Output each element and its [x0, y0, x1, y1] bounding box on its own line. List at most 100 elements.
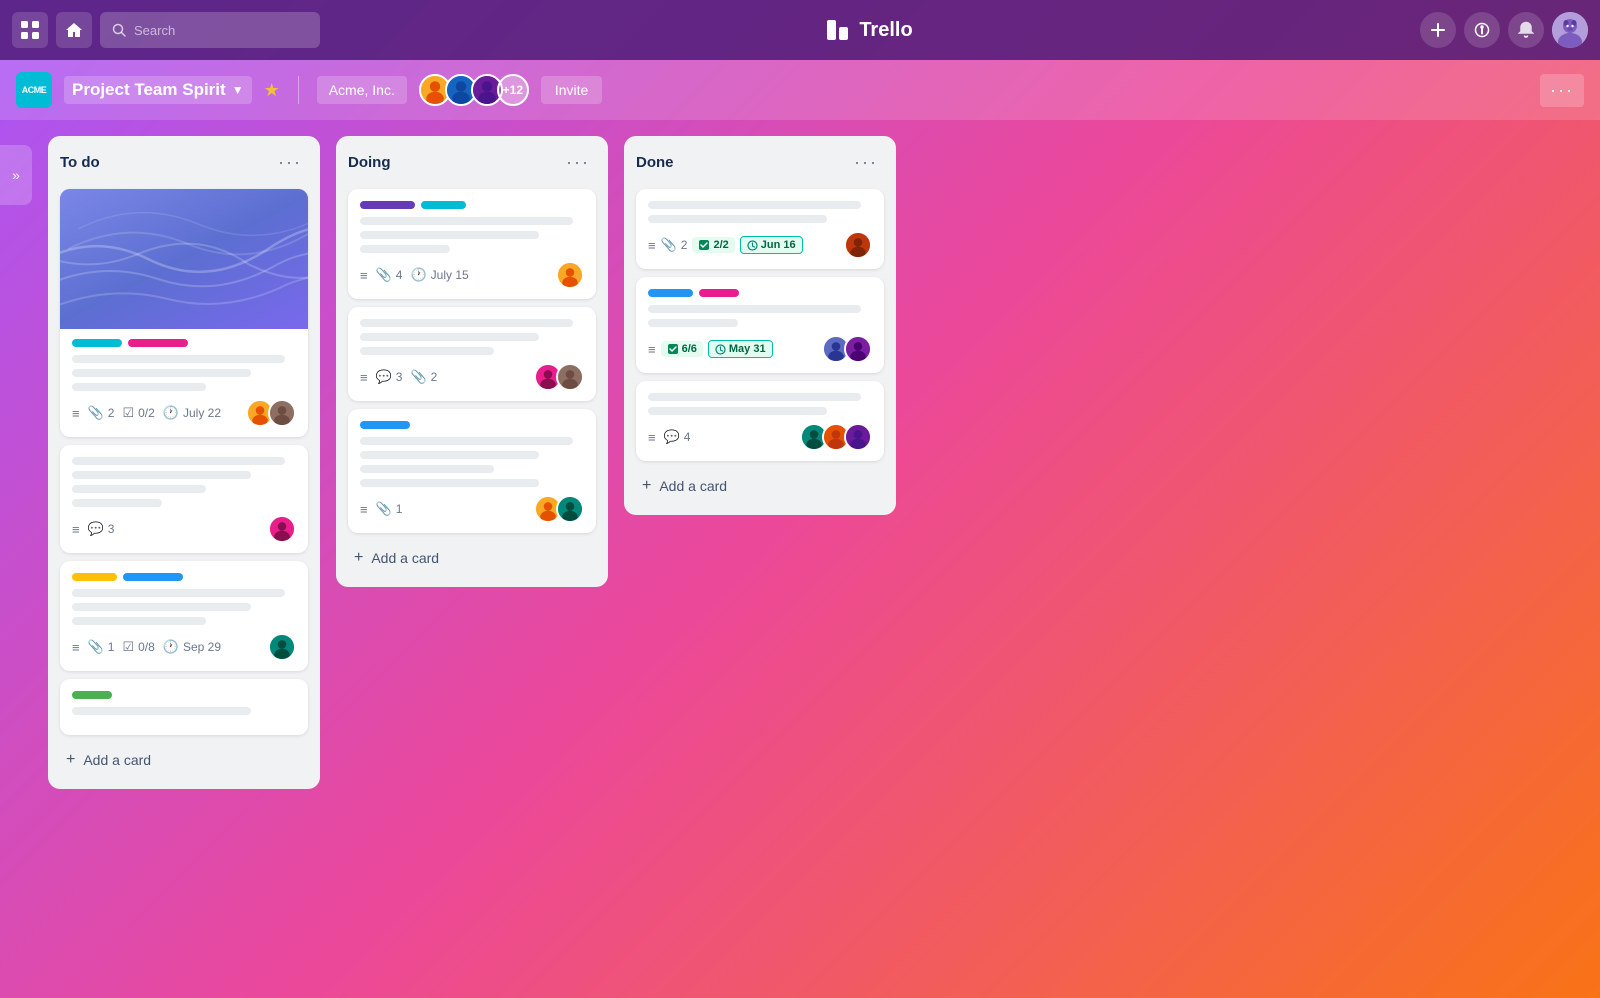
card-line — [72, 457, 285, 465]
board-name-button[interactable]: Project Team Spirit ▼ — [64, 76, 252, 104]
date-badge-9: May 31 — [708, 340, 773, 358]
card-avatar — [268, 633, 296, 661]
tag-cyan — [72, 339, 122, 347]
board-star-icon[interactable]: ★ — [264, 80, 280, 101]
card-line — [72, 617, 206, 625]
checklist-label: 6/6 — [682, 343, 697, 355]
card-meta-lines: ≡ — [648, 342, 656, 357]
attachment-icon: 📎 — [376, 501, 392, 517]
card-line — [648, 215, 827, 223]
lines-icon: ≡ — [360, 370, 368, 385]
card-meta-date: 🕐 Sep 29 — [163, 639, 221, 655]
app-logo: Trello — [328, 19, 1412, 42]
workspace-name-button[interactable]: Acme, Inc. — [317, 76, 407, 104]
date-label: May 31 — [729, 343, 766, 355]
column-menu-doing[interactable]: ··· — [560, 150, 596, 175]
lines-icon: ≡ — [360, 502, 368, 517]
card-date: Sep 29 — [183, 640, 221, 654]
card-3[interactable]: ≡ 📎 1 ☑ 0/8 🕐 Sep 29 — [60, 561, 308, 671]
comment-icon: 💬 — [88, 521, 104, 537]
add-card-button-doing[interactable]: + Add a card — [348, 541, 596, 575]
card-9[interactable]: ≡ 6/6 May 31 — [636, 277, 884, 373]
attachment-icon: 📎 — [88, 405, 104, 421]
search-bar[interactable]: Search — [100, 12, 320, 48]
card-meta-checklist: ☑ 0/2 — [122, 405, 154, 421]
card-line — [72, 383, 206, 391]
card-5[interactable]: ≡ 📎 4 🕐 July 15 — [348, 189, 596, 299]
lines-icon: ≡ — [648, 430, 656, 445]
clock-icon: 🕐 — [163, 639, 179, 655]
attachment-count: 2 — [431, 370, 438, 384]
card-tags-5 — [360, 201, 584, 209]
card-meta-lines: ≡ — [360, 502, 368, 517]
plus-icon: + — [642, 477, 651, 495]
column-header-todo: To do ··· — [60, 148, 308, 181]
tag-pink — [699, 289, 739, 297]
card-1[interactable]: ≡ 📎 2 ☑ 0/2 🕐 July 22 — [60, 189, 308, 437]
card-lines-1 — [72, 355, 296, 391]
card-line — [648, 201, 861, 209]
attachment-icon: 📎 — [410, 369, 426, 385]
card-6[interactable]: ≡ 💬 3 📎 2 — [348, 307, 596, 401]
card-footer-5: ≡ 📎 4 🕐 July 15 — [360, 261, 584, 289]
add-card-button-todo[interactable]: + Add a card — [60, 743, 308, 777]
card-avatars-6 — [534, 363, 584, 391]
checklist-badge-9: 6/6 — [661, 341, 703, 357]
grid-menu-button[interactable] — [12, 12, 48, 48]
attachment-icon: 📎 — [88, 639, 104, 655]
card-7[interactable]: ≡ 📎 1 — [348, 409, 596, 533]
info-button[interactable] — [1464, 12, 1500, 48]
card-meta-lines: ≡ — [648, 430, 656, 445]
card-4[interactable] — [60, 679, 308, 735]
tag-teal — [421, 201, 466, 209]
card-footer-9: ≡ 6/6 May 31 — [648, 335, 872, 363]
card-line — [648, 305, 861, 313]
card-8[interactable]: ≡ 📎 2 2/2 Jun 16 — [636, 189, 884, 269]
comment-count: 3 — [396, 370, 403, 384]
comment-count: 3 — [108, 522, 115, 536]
tag-purple — [360, 201, 415, 209]
card-meta-lines: ≡ — [360, 268, 368, 283]
card-tags-4 — [72, 691, 296, 699]
card-footer-3: ≡ 📎 1 ☑ 0/8 🕐 Sep 29 — [72, 633, 296, 661]
card-line — [72, 707, 251, 715]
card-avatar — [268, 515, 296, 543]
card-line — [648, 407, 827, 415]
create-button[interactable] — [1420, 12, 1456, 48]
user-avatar[interactable] — [1552, 12, 1588, 48]
card-body-1: ≡ 📎 2 ☑ 0/2 🕐 July 22 — [60, 329, 308, 427]
home-button[interactable] — [56, 12, 92, 48]
card-meta-attachments: 📎 2 — [410, 369, 437, 385]
column-todo: To do ··· — [48, 136, 320, 789]
card-lines-2 — [72, 457, 296, 507]
checklist-progress: 0/8 — [138, 640, 155, 654]
attachment-count: 1 — [396, 502, 403, 516]
column-menu-done[interactable]: ··· — [848, 150, 884, 175]
card-avatars-5 — [556, 261, 584, 289]
card-2[interactable]: ≡ 💬 3 — [60, 445, 308, 553]
sidebar-toggle-button[interactable]: » — [0, 145, 32, 205]
card-body-7: ≡ 📎 1 — [348, 409, 596, 523]
card-lines-3 — [72, 589, 296, 625]
board-more-button[interactable]: ··· — [1540, 74, 1584, 107]
plus-icon: + — [354, 549, 363, 567]
card-lines-7 — [360, 437, 584, 487]
invite-button[interactable]: Invite — [541, 76, 602, 104]
card-tags-7 — [360, 421, 584, 429]
add-card-button-done[interactable]: + Add a card — [636, 469, 884, 503]
card-line — [360, 437, 573, 445]
card-meta-comments: 💬 3 — [88, 521, 115, 537]
notifications-button[interactable] — [1508, 12, 1544, 48]
card-avatars-7 — [534, 495, 584, 523]
card-body-6: ≡ 💬 3 📎 2 — [348, 307, 596, 391]
member-count-badge[interactable]: +12 — [497, 74, 529, 106]
column-done: Done ··· ≡ 📎 2 — [624, 136, 896, 515]
trello-logo-icon — [827, 20, 851, 40]
card-avatars-8 — [844, 231, 872, 259]
column-menu-todo[interactable]: ··· — [272, 150, 308, 175]
add-card-label: Add a card — [659, 478, 727, 494]
plus-icon: + — [66, 751, 75, 769]
card-10[interactable]: ≡ 💬 4 — [636, 381, 884, 461]
tag-blue — [123, 573, 183, 581]
card-avatar — [556, 261, 584, 289]
